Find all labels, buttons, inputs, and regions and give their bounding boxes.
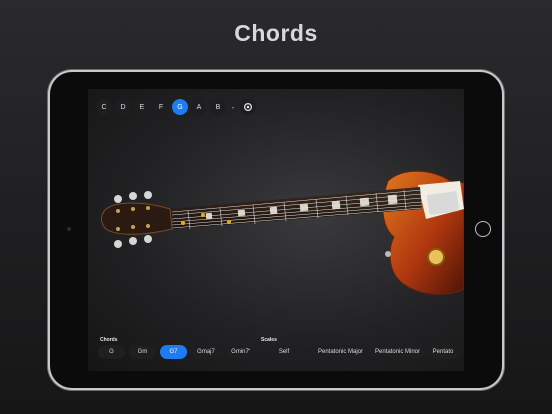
key-label: C: [101, 103, 107, 111]
key-label: B: [215, 103, 221, 111]
chord-gmin7-button[interactable]: Gmin7: [225, 345, 255, 359]
key-e-button[interactable]: E: [134, 99, 150, 115]
page-headline: Chords: [234, 20, 318, 46]
chord-label: Gmaj7: [197, 349, 215, 355]
key-separator: -: [231, 102, 235, 112]
key-label: E: [139, 103, 145, 111]
scale-pentatonic-minor-button[interactable]: Pentatonic Minor: [371, 345, 424, 359]
scale-pentatonic-major-button[interactable]: Pentatonic Major: [314, 345, 367, 359]
key-selector: C D E F G A B -: [96, 99, 256, 115]
key-d-button[interactable]: D: [115, 99, 131, 115]
key-label: F: [158, 103, 164, 111]
scale-pentatonic-truncated-button[interactable]: Pentato: [428, 345, 458, 359]
bottom-toolbar: Chords G Gm G7 Gmaj7 Gmin7 - Scales Self…: [98, 337, 464, 365]
guitar-illustration: [101, 170, 464, 295]
chord-g7-button[interactable]: G7: [160, 345, 187, 359]
chord-gmaj7-button[interactable]: Gmaj7: [191, 345, 221, 359]
key-label: G: [177, 103, 183, 111]
scales-pill-row: Self Pentatonic Major Pentatonic Minor P…: [258, 345, 458, 359]
key-g-button[interactable]: G: [172, 99, 188, 115]
ipad-frame: C D E F G A B - Chords G Gm G7 Gmaj7 Gmi…: [50, 72, 502, 388]
scale-label: Pentatonic Major: [317, 349, 364, 355]
chord-label: Gm: [137, 349, 148, 355]
chord-g-button[interactable]: G: [98, 345, 125, 359]
key-a-button[interactable]: A: [191, 99, 207, 115]
home-button[interactable]: [475, 221, 491, 237]
scale-label: Pentato: [432, 349, 454, 355]
chords-section-label: Chords: [100, 337, 118, 343]
scale-label: Self: [278, 349, 290, 355]
scale-self-button[interactable]: Self: [258, 345, 310, 359]
key-label: A: [196, 103, 202, 111]
scales-section-label: Scales: [261, 337, 277, 343]
front-camera: [67, 227, 71, 231]
chords-pill-row: G Gm G7 Gmaj7 Gmin7: [98, 345, 255, 359]
key-label: D: [120, 103, 126, 111]
key-f-button[interactable]: F: [153, 99, 169, 115]
app-screen: C D E F G A B - Chords G Gm G7 Gmaj7 Gmi…: [88, 89, 464, 371]
chord-label: G: [109, 349, 114, 355]
guitar-headstock: [101, 202, 173, 235]
settings-gear-icon[interactable]: [240, 99, 256, 115]
chord-gm-button[interactable]: Gm: [129, 345, 156, 359]
volume-knob: [427, 248, 445, 266]
chord-label: Gmin7: [231, 349, 249, 355]
chord-label: G7: [169, 349, 178, 355]
scale-label: Pentatonic Minor: [374, 349, 421, 355]
key-b-button[interactable]: B: [210, 99, 226, 115]
key-c-button[interactable]: C: [96, 99, 112, 115]
toolbar-separator: -: [248, 347, 251, 354]
